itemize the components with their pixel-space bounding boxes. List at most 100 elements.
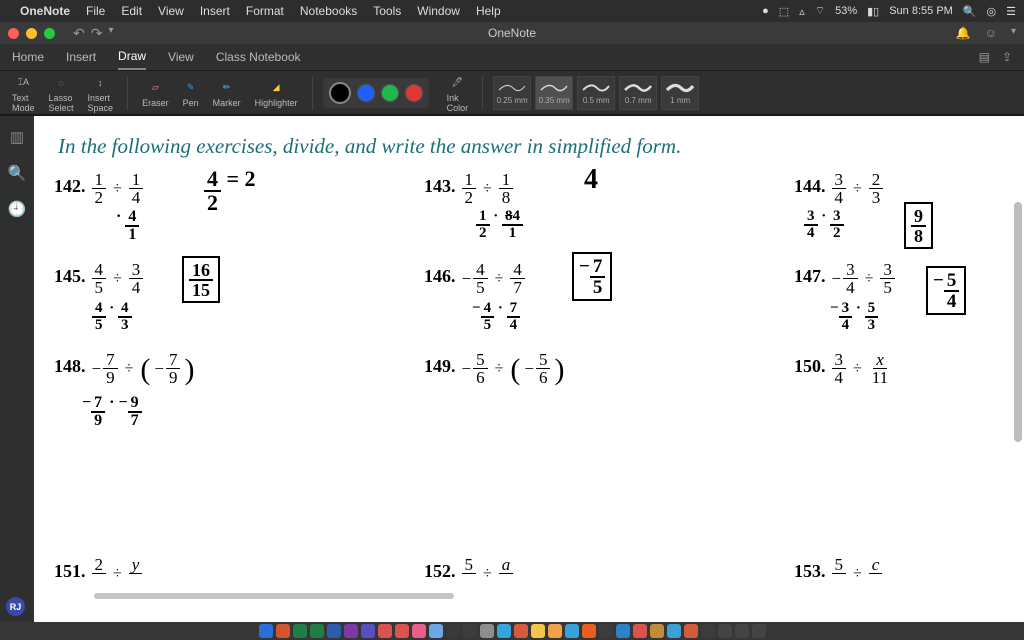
dock-app-7[interactable] (378, 624, 392, 638)
highlighter-tool[interactable]: ◢Highlighter (251, 78, 302, 108)
qat-dropdown[interactable]: ▾ (108, 25, 113, 42)
dock-app-1[interactable] (276, 624, 290, 638)
dock-app-6[interactable] (361, 624, 375, 638)
exercises-region: 142.12÷14143.12÷18144.34÷23145.45÷34146.… (54, 166, 1010, 612)
color-swatch-red[interactable] (405, 84, 423, 102)
menu-insert[interactable]: Insert (200, 4, 230, 18)
thickness-0.25mm[interactable]: 0.25 mm (493, 76, 531, 110)
dock-app-17[interactable] (548, 624, 562, 638)
notebooks-icon[interactable]: ▥ (10, 128, 24, 146)
vertical-scroll-thumb[interactable] (1014, 202, 1022, 442)
tab-view[interactable]: View (168, 45, 194, 69)
dock-app-10[interactable] (429, 624, 443, 638)
dock-app-19[interactable] (582, 624, 596, 638)
dock-app-26[interactable] (701, 624, 715, 638)
window-title: OneNote (488, 26, 536, 40)
color-swatch-black[interactable] (329, 82, 351, 104)
color-swatch-blue[interactable] (357, 84, 375, 102)
dock-app-27[interactable] (718, 624, 732, 638)
text-mode-tool[interactable]: ⌶AText Mode (8, 73, 39, 113)
handwriting: · 41 (116, 208, 139, 243)
horizontal-scrollbar[interactable] (80, 593, 1012, 601)
dock-app-8[interactable] (395, 624, 409, 638)
dock-app-18[interactable] (565, 624, 579, 638)
thickness-0.35mm[interactable]: 0.35 mm (535, 76, 573, 110)
menu-window[interactable]: Window (417, 4, 460, 18)
menu-edit[interactable]: Edit (121, 4, 142, 18)
insert-space-tool[interactable]: ↕Insert Space (84, 73, 118, 113)
thickness-0.7mm[interactable]: 0.7 mm (619, 76, 657, 110)
color-swatches (323, 78, 429, 108)
color-swatch-green[interactable] (381, 84, 399, 102)
dock-app-20[interactable] (599, 624, 613, 638)
horizontal-scroll-thumb[interactable] (94, 593, 454, 599)
handwriting: −45 · 74 (472, 300, 520, 333)
vertical-scrollbar[interactable] (1013, 116, 1022, 622)
nav-pane-icon[interactable]: ▤ (979, 50, 990, 64)
battery-icon[interactable]: ▮▯ (867, 5, 879, 18)
control-center-icon[interactable]: ☰ (1006, 5, 1016, 18)
menu-tools[interactable]: Tools (373, 4, 401, 18)
dock-app-25[interactable] (684, 624, 698, 638)
dock-app-4[interactable] (327, 624, 341, 638)
dock-app-11[interactable] (446, 624, 460, 638)
window-controls (8, 28, 55, 39)
dock-app-16[interactable] (531, 624, 545, 638)
dock-app-29[interactable] (752, 624, 766, 638)
tab-home[interactable]: Home (12, 45, 44, 69)
collaborator-avatar[interactable]: RJ (6, 597, 25, 616)
dock-app-5[interactable] (344, 624, 358, 638)
exercise-146: 146.−45÷47 (424, 261, 525, 296)
share-button[interactable]: ⇪ (1002, 50, 1012, 64)
dock-app-15[interactable] (514, 624, 528, 638)
fullscreen-window-button[interactable] (44, 28, 55, 39)
dock-app-9[interactable] (412, 624, 426, 638)
menu-help[interactable]: Help (476, 4, 501, 18)
handwriting: 4 (584, 164, 598, 196)
airplay-icon[interactable]: ▵ (799, 5, 805, 18)
account-icon[interactable]: ☺ (985, 26, 997, 40)
dock-app-28[interactable] (735, 624, 749, 638)
dropbox-icon[interactable]: ⬚ (779, 5, 789, 18)
close-window-button[interactable] (8, 28, 19, 39)
mac-menubar: OneNote File Edit View Insert Format Not… (0, 0, 1024, 22)
dock-app-14[interactable] (497, 624, 511, 638)
pen-tool[interactable]: ✎Pen (179, 78, 203, 108)
lasso-select-tool[interactable]: ◌Lasso Select (45, 73, 78, 113)
tab-draw[interactable]: Draw (118, 44, 146, 70)
menu-file[interactable]: File (86, 4, 105, 18)
spotlight-icon[interactable]: 🔍 (963, 5, 977, 18)
menu-view[interactable]: View (158, 4, 184, 18)
ink-color-picker[interactable]: 🖊︎Ink Color (443, 73, 473, 113)
tab-class-notebook[interactable]: Class Notebook (216, 45, 301, 69)
menu-notebooks[interactable]: Notebooks (300, 4, 357, 18)
redo-button[interactable]: ↷ (91, 25, 103, 42)
dock-app-0[interactable] (259, 624, 273, 638)
wifi-icon[interactable]: ⌔ (815, 4, 825, 18)
side-rail: ▥ 🔍 🕘 (0, 116, 34, 622)
menu-format[interactable]: Format (246, 4, 284, 18)
search-icon[interactable]: 🔍 (8, 164, 27, 182)
dock-app-21[interactable] (616, 624, 630, 638)
exercise-145: 145.45÷34 (54, 261, 143, 296)
record-icon[interactable]: ● (762, 5, 769, 17)
dock-app-22[interactable] (633, 624, 647, 638)
dock-app-23[interactable] (650, 624, 664, 638)
dock-app-13[interactable] (480, 624, 494, 638)
dock-app-2[interactable] (293, 624, 307, 638)
marker-tool[interactable]: ✏Marker (209, 78, 245, 108)
minimize-window-button[interactable] (26, 28, 37, 39)
eraser-tool[interactable]: ▱Eraser (138, 78, 173, 108)
thickness-0.5mm[interactable]: 0.5 mm (577, 76, 615, 110)
dock-app-3[interactable] (310, 624, 324, 638)
dock-app-24[interactable] (667, 624, 681, 638)
notifications-icon[interactable]: 🔔 (956, 26, 971, 40)
tab-insert[interactable]: Insert (66, 45, 96, 69)
page-canvas[interactable]: In the following exercises, divide, and … (34, 116, 1024, 622)
undo-button[interactable]: ↶ (73, 25, 85, 42)
thickness-1mm[interactable]: 1 mm (661, 76, 699, 110)
siri-icon[interactable]: ◎ (987, 5, 997, 18)
account-dropdown[interactable]: ▾ (1011, 26, 1016, 40)
recent-icon[interactable]: 🕘 (8, 200, 27, 218)
dock-app-12[interactable] (463, 624, 477, 638)
